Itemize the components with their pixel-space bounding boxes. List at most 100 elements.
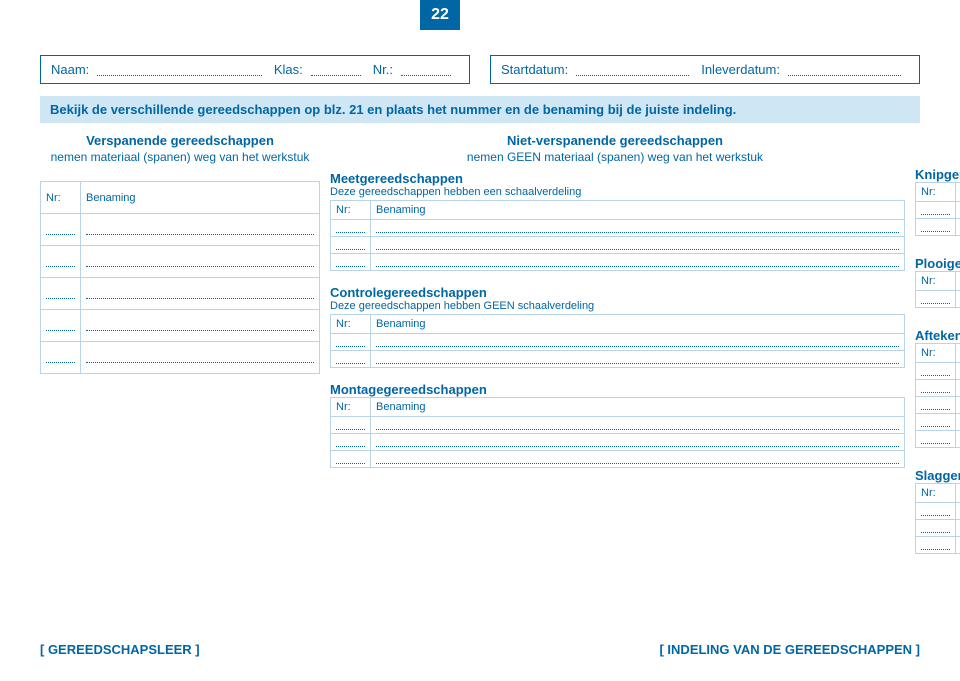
cell-nr[interactable] [331, 334, 371, 351]
table-row [916, 520, 960, 537]
controle-block: Controlegereedschappen Deze gereedschapp… [330, 285, 905, 368]
meet-table: Nr: Benaming [330, 200, 905, 271]
afteken-title: Aftekengereedschappen [915, 328, 960, 343]
cell-nr[interactable] [331, 254, 371, 271]
inleverdatum-field[interactable] [788, 64, 901, 76]
th-nr: Nr: [331, 398, 371, 417]
klas-field[interactable] [311, 64, 361, 76]
cell-benaming[interactable] [956, 431, 960, 448]
cell-benaming[interactable] [371, 451, 905, 468]
cell-nr[interactable] [41, 278, 81, 310]
th-benaming: Benaming [371, 201, 905, 220]
cell-nr[interactable] [41, 310, 81, 342]
cell-nr[interactable] [41, 246, 81, 278]
cell-nr[interactable] [331, 417, 371, 434]
cell-benaming[interactable] [371, 254, 905, 271]
montage-table: Nr: Benaming [330, 397, 905, 468]
table-row [916, 414, 960, 431]
cell-benaming[interactable] [371, 334, 905, 351]
instruction-text: Bekijk de verschillende gereedschappen o… [50, 102, 736, 117]
table-row [331, 237, 905, 254]
cell-benaming[interactable] [81, 214, 320, 246]
th-nr: Nr: [916, 183, 956, 202]
meet-sub: Deze gereedschappen hebben een schaalver… [330, 186, 905, 198]
cell-nr[interactable] [41, 342, 81, 374]
table-row [916, 219, 960, 236]
cell-benaming[interactable] [371, 351, 905, 368]
cell-benaming[interactable] [956, 363, 960, 380]
cell-nr[interactable] [916, 414, 956, 431]
cell-nr[interactable] [916, 380, 956, 397]
verspanende-table: Nr: Benaming [40, 181, 320, 374]
table-row [331, 417, 905, 434]
cell-nr[interactable] [916, 202, 956, 219]
startdatum-field[interactable] [576, 64, 689, 76]
inleverdatum-label: Inleverdatum: [701, 62, 780, 77]
cell-benaming[interactable] [81, 278, 320, 310]
cell-benaming[interactable] [956, 291, 960, 308]
header-row: Naam: Klas: Nr.: Startdatum: Inleverdatu… [40, 55, 920, 84]
naam-field[interactable] [97, 64, 262, 76]
nr-label: Nr.: [373, 62, 393, 77]
cell-nr[interactable] [41, 214, 81, 246]
plooi-title: Plooigereedschappen [915, 256, 960, 271]
date-info-box: Startdatum: Inleverdatum: [490, 55, 920, 84]
cell-nr[interactable] [916, 537, 956, 554]
plooi-block: Plooigereedschappen Nr: Benaming [915, 256, 960, 308]
cell-nr[interactable] [916, 291, 956, 308]
cell-nr[interactable] [916, 219, 956, 236]
cell-nr[interactable] [916, 520, 956, 537]
footer-right: [ INDELING VAN DE GEREEDSCHAPPEN ] [659, 642, 920, 657]
cell-benaming[interactable] [81, 246, 320, 278]
cell-benaming[interactable] [81, 342, 320, 374]
table-row [331, 334, 905, 351]
th-nr: Nr: [916, 484, 956, 503]
table-row [41, 246, 320, 278]
cell-nr[interactable] [331, 220, 371, 237]
footer-left: [ GEREEDSCHAPSLEER ] [40, 642, 200, 657]
cell-benaming[interactable] [956, 219, 960, 236]
th-nr: Nr: [916, 344, 956, 363]
table-row [916, 537, 960, 554]
cell-benaming[interactable] [371, 237, 905, 254]
montage-block: Montagegereedschappen Nr: Benaming [330, 382, 905, 468]
cell-benaming[interactable] [956, 520, 960, 537]
cell-benaming[interactable] [371, 417, 905, 434]
table-row [916, 431, 960, 448]
cell-nr[interactable] [916, 503, 956, 520]
cell-benaming[interactable] [956, 380, 960, 397]
cell-nr[interactable] [916, 363, 956, 380]
footer: [ GEREEDSCHAPSLEER ] [ INDELING VAN DE G… [40, 642, 920, 657]
afteken-block: Aftekengereedschappen Nr: Benaming [915, 328, 960, 448]
student-info-box: Naam: Klas: Nr.: [40, 55, 470, 84]
th-benaming: Benaming [956, 484, 960, 503]
main-grid: Verspanende gereedschappen nemen materia… [40, 133, 920, 554]
cell-benaming[interactable] [956, 397, 960, 414]
cell-nr[interactable] [331, 237, 371, 254]
th-nr: Nr: [331, 315, 371, 334]
cell-nr[interactable] [331, 434, 371, 451]
cell-nr[interactable] [916, 397, 956, 414]
cell-nr[interactable] [916, 431, 956, 448]
cell-benaming[interactable] [81, 310, 320, 342]
knip-table: Nr: Benaming [915, 182, 960, 236]
meet-block: Meetgereedschappen Deze gereedschappen h… [330, 171, 905, 271]
cell-benaming[interactable] [371, 220, 905, 237]
slag-title: Slaggereedschappen [915, 468, 960, 483]
cell-benaming[interactable] [371, 434, 905, 451]
nr-field[interactable] [401, 64, 451, 76]
table-row [916, 202, 960, 219]
cell-nr[interactable] [331, 351, 371, 368]
cell-benaming[interactable] [956, 537, 960, 554]
startdatum-label: Startdatum: [501, 62, 568, 77]
table-row [916, 291, 960, 308]
naam-label: Naam: [51, 62, 89, 77]
table-row [41, 214, 320, 246]
page-number-tab: 22 [420, 0, 460, 30]
cell-nr[interactable] [331, 451, 371, 468]
th-benaming: Benaming [81, 182, 320, 214]
cell-benaming[interactable] [956, 414, 960, 431]
cell-benaming[interactable] [956, 503, 960, 520]
table-row [916, 380, 960, 397]
cell-benaming[interactable] [956, 202, 960, 219]
